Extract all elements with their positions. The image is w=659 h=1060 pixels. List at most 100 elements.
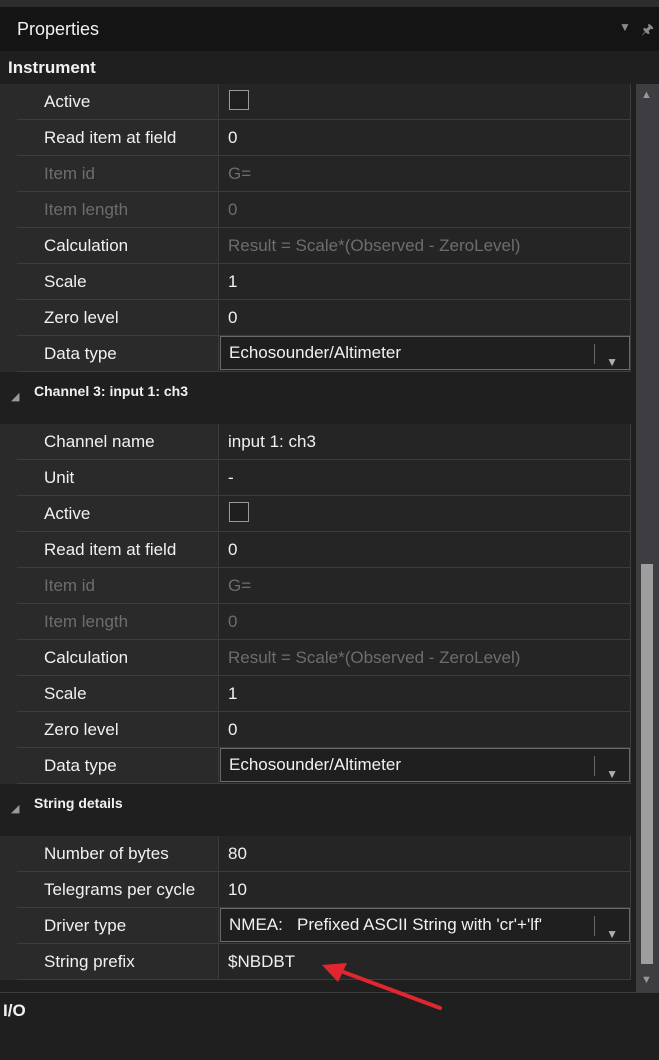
property-name: Number of bytes <box>17 836 219 872</box>
channel3-row-read-item-at-field[interactable]: Read item at field 0 <box>0 532 636 568</box>
row-gutter <box>0 120 17 156</box>
row-gutter <box>0 84 17 120</box>
category-spacer <box>0 828 636 836</box>
channel3-row-channel-name[interactable]: Channel name input 1: ch3 <box>0 424 636 460</box>
driver-type-dropdown[interactable]: NMEA: Prefixed ASCII String with 'cr'+'l… <box>220 908 630 942</box>
annotation-arrow-icon <box>322 963 442 1010</box>
scrollbar-thumb[interactable] <box>641 564 653 964</box>
property-value[interactable]: Result = Scale*(Observed - ZeroLevel) <box>219 640 631 676</box>
property-value: G= <box>219 568 631 604</box>
row-gutter <box>0 568 17 604</box>
string-details-row-telegrams-per-cycle[interactable]: Telegrams per cycle 10 <box>0 872 636 908</box>
dropdown-separator <box>594 916 595 936</box>
property-value-cell[interactable]: NMEA: Prefixed ASCII String with 'cr'+'l… <box>219 908 631 944</box>
active-checkbox[interactable] <box>229 502 249 522</box>
collapse-triangle-icon[interactable]: ◢ <box>11 390 19 403</box>
property-name: Read item at field <box>17 532 219 568</box>
pin-icon[interactable]: 🖈 <box>641 19 654 43</box>
string-details-row-driver-type[interactable]: Driver type NMEA: Prefixed ASCII String w… <box>0 908 636 944</box>
property-value[interactable]: - <box>219 460 631 496</box>
property-value[interactable]: Result = Scale*(Observed - ZeroLevel) <box>219 228 631 264</box>
instrument-row-zero-level[interactable]: Zero level 0 <box>0 300 636 336</box>
channel3-row-item-id[interactable]: Item id G= <box>0 568 636 604</box>
row-gutter <box>0 640 17 676</box>
row-gutter <box>0 944 17 980</box>
property-value[interactable]: 0 <box>219 712 631 748</box>
dropdown-selected-value: NMEA: Prefixed ASCII String with 'cr'+'l… <box>229 915 542 934</box>
property-name: Data type <box>17 336 219 372</box>
section-instrument-label: Instrument <box>8 58 96 77</box>
row-gutter <box>0 872 17 908</box>
instrument-row-read-item-at-field[interactable]: Read item at field 0 <box>0 120 636 156</box>
dropdown-selected-value: Echosounder/Altimeter <box>229 343 401 362</box>
row-gutter <box>0 460 17 496</box>
property-name: Item id <box>17 156 219 192</box>
property-value[interactable]: 0 <box>219 532 631 568</box>
property-name: Data type <box>17 748 219 784</box>
collapse-triangle-icon[interactable]: ◢ <box>11 802 19 815</box>
category-string-details[interactable]: ◢ String details <box>0 784 636 836</box>
row-gutter <box>0 192 17 228</box>
property-name: Scale <box>17 264 219 300</box>
row-gutter <box>0 424 17 460</box>
instrument-row-item-length[interactable]: Item length 0 <box>0 192 636 228</box>
category-spacer <box>0 416 636 424</box>
property-value[interactable]: 0 <box>219 300 631 336</box>
property-name: Active <box>17 84 219 120</box>
instrument-row-data-type[interactable]: Data type Echosounder/Altimeter ▼ <box>0 336 636 372</box>
data-type-dropdown[interactable]: Echosounder/Altimeter ▼ <box>220 748 630 782</box>
category-channel-3[interactable]: ◢ Channel 3: input 1: ch3 <box>0 372 636 424</box>
property-value[interactable]: 1 <box>219 676 631 712</box>
row-gutter <box>0 300 17 336</box>
property-value[interactable]: 1 <box>219 264 631 300</box>
channel3-row-calculation[interactable]: Calculation Result = Scale*(Observed - Ze… <box>0 640 636 676</box>
dropdown-arrow-icon[interactable]: ▼ <box>619 20 631 34</box>
row-gutter <box>0 604 17 640</box>
property-value[interactable]: 80 <box>219 836 631 872</box>
channel3-row-zero-level[interactable]: Zero level 0 <box>0 712 636 748</box>
property-name: Item id <box>17 568 219 604</box>
vertical-scrollbar[interactable]: ▲ ▼ <box>636 84 659 992</box>
property-name: Zero level <box>17 300 219 336</box>
channel3-row-unit[interactable]: Unit - <box>0 460 636 496</box>
property-name: Driver type <box>17 908 219 944</box>
property-value-cell[interactable] <box>219 496 631 532</box>
property-name: Channel name <box>17 424 219 460</box>
property-value-cell[interactable]: Echosounder/Altimeter ▼ <box>219 336 631 372</box>
active-checkbox[interactable] <box>229 90 249 110</box>
property-value-cell[interactable]: Echosounder/Altimeter ▼ <box>219 748 631 784</box>
panel-title: Properties <box>17 19 100 39</box>
section-instrument[interactable]: Instrument <box>0 51 659 84</box>
row-gutter <box>0 336 17 372</box>
property-name: Read item at field <box>17 120 219 156</box>
scroll-down-icon[interactable]: ▼ <box>641 974 652 986</box>
instrument-row-item-id[interactable]: Item id G= <box>0 156 636 192</box>
channel3-row-item-length[interactable]: Item length 0 <box>0 604 636 640</box>
property-name: Scale <box>17 676 219 712</box>
instrument-row-scale[interactable]: Scale 1 <box>0 264 636 300</box>
property-value[interactable]: 0 <box>219 120 631 156</box>
channel3-row-active[interactable]: Active <box>0 496 636 532</box>
window-top-strip <box>0 0 659 7</box>
row-gutter <box>0 496 17 532</box>
row-gutter <box>0 228 17 264</box>
row-gutter <box>0 748 17 784</box>
property-value[interactable]: 10 <box>219 872 631 908</box>
channel3-row-scale[interactable]: Scale 1 <box>0 676 636 712</box>
row-gutter <box>0 264 17 300</box>
data-type-dropdown[interactable]: Echosounder/Altimeter ▼ <box>220 336 630 370</box>
property-name: String prefix <box>17 944 219 980</box>
instrument-row-calculation[interactable]: Calculation Result = Scale*(Observed - Ze… <box>0 228 636 264</box>
row-gutter <box>0 836 17 872</box>
channel3-row-data-type[interactable]: Data type Echosounder/Altimeter ▼ <box>0 748 636 784</box>
property-value: G= <box>219 156 631 192</box>
instrument-row-active[interactable]: Active <box>0 84 636 120</box>
row-gutter <box>0 908 17 944</box>
string-details-row-number-of-bytes[interactable]: Number of bytes 80 <box>0 836 636 872</box>
row-gutter <box>0 156 17 192</box>
property-name: Unit <box>17 460 219 496</box>
property-value-cell[interactable] <box>219 84 631 120</box>
property-value[interactable]: input 1: ch3 <box>219 424 631 460</box>
scroll-up-icon[interactable]: ▲ <box>641 89 652 101</box>
property-name: Item length <box>17 192 219 228</box>
